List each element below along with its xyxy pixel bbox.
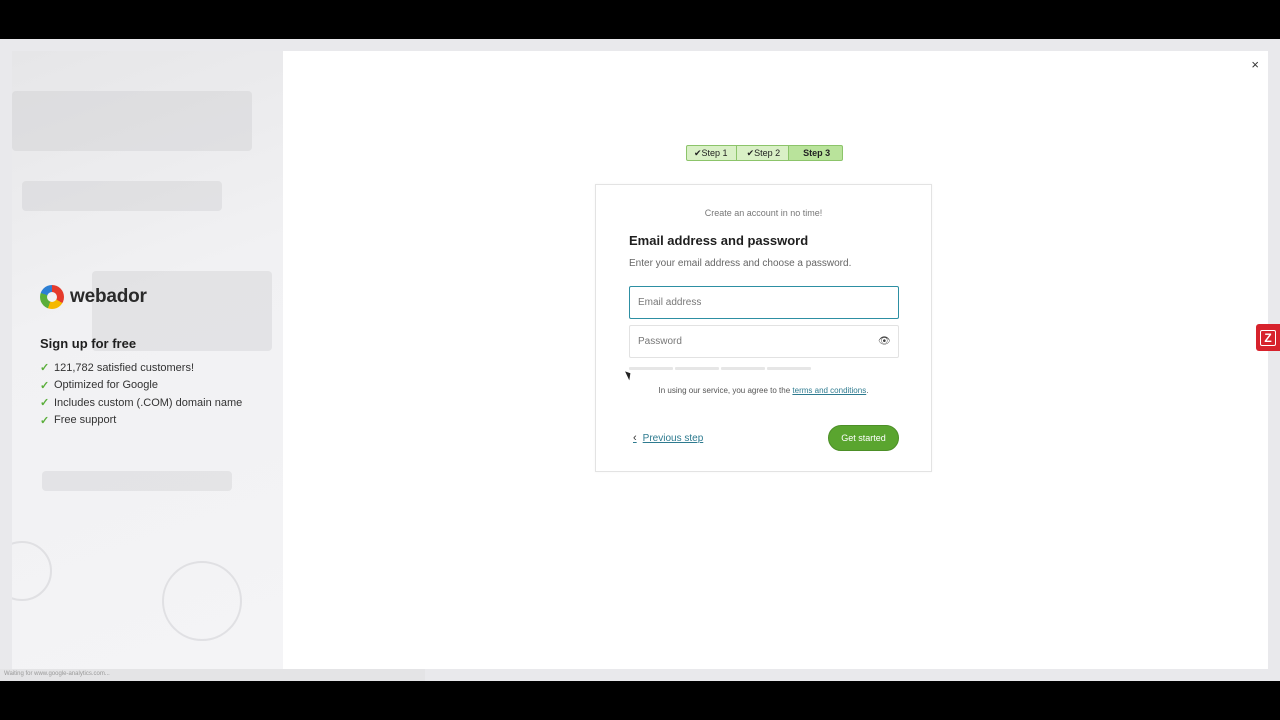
checkmark-icon: ✓ bbox=[40, 414, 50, 427]
step-indicator: ✔Step 1 ✔Step 2 Step 3 bbox=[686, 145, 844, 161]
terms-link[interactable]: terms and conditions bbox=[792, 386, 866, 395]
step-1: ✔Step 1 bbox=[686, 145, 737, 161]
form-subtitle: Enter your email address and choose a pa… bbox=[629, 258, 852, 269]
strength-segment bbox=[675, 367, 719, 370]
background-decoration bbox=[22, 181, 222, 211]
show-password-icon[interactable]: 👁 bbox=[878, 336, 891, 347]
webador-logo: webador bbox=[40, 285, 147, 309]
chevron-left-icon: ‹ bbox=[633, 432, 637, 444]
feature-item: ✓ Free support bbox=[40, 414, 117, 427]
background-decoration bbox=[42, 471, 232, 491]
strength-segment bbox=[767, 367, 811, 370]
sidebar-panel: webador Sign up for free ✓ 121,782 satisf… bbox=[12, 51, 283, 669]
password-input[interactable] bbox=[629, 325, 899, 358]
close-icon[interactable]: × bbox=[1251, 57, 1259, 72]
logo-text: webador bbox=[70, 286, 147, 307]
feature-item: ✓ Optimized for Google bbox=[40, 379, 158, 392]
feature-item: ✓ Includes custom (.COM) domain name bbox=[40, 396, 243, 410]
strength-segment bbox=[629, 367, 673, 370]
feature-list: ✓ 121,782 satisfied customers! ✓ Optimized… bbox=[40, 359, 242, 429]
checkmark-icon: ✓ bbox=[40, 362, 50, 375]
feature-item: ✓ 121,782 satisfied customers! bbox=[40, 361, 195, 375]
background-decoration bbox=[162, 561, 242, 641]
password-strength-meter bbox=[629, 367, 811, 370]
webador-logo-icon bbox=[40, 285, 64, 309]
checkmark-icon: ✓ bbox=[40, 397, 50, 410]
get-started-button[interactable]: Get started bbox=[828, 425, 899, 451]
signup-form-card: Create an account in no time! Email addr… bbox=[595, 184, 932, 472]
step-2: ✔Step 2 bbox=[735, 145, 790, 161]
strength-segment bbox=[721, 367, 765, 370]
form-tagline: Create an account in no time! bbox=[704, 208, 823, 218]
step-3: Step 3 bbox=[788, 145, 844, 161]
zoho-z-icon: Z bbox=[1260, 329, 1276, 346]
form-title: Email address and password bbox=[629, 233, 809, 248]
checkmark-icon: ✓ bbox=[40, 379, 50, 392]
zoho-badge[interactable]: Z bbox=[1256, 324, 1280, 351]
background-decoration bbox=[12, 541, 52, 601]
sidebar-heading: Sign up for free bbox=[40, 336, 137, 351]
previous-step-label: Previous step bbox=[642, 432, 704, 444]
browser-status-bar: Waiting for www.google-analytics.com... bbox=[0, 669, 425, 681]
terms-notice: In using our service, you agree to the t… bbox=[658, 386, 869, 395]
background-decoration bbox=[12, 91, 252, 151]
previous-step-link[interactable]: ‹ Previous step bbox=[633, 432, 703, 444]
email-input[interactable] bbox=[629, 286, 899, 319]
